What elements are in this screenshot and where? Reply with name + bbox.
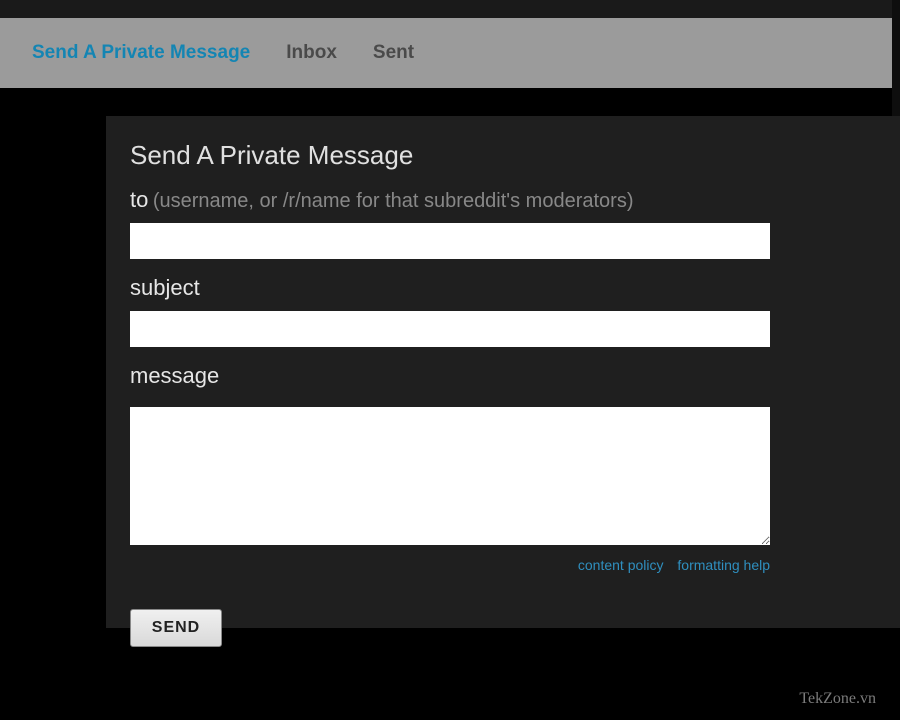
tab-bar: Send A Private Message Inbox Sent	[0, 18, 900, 88]
to-hint: (username, or /r/name for that subreddit…	[153, 190, 634, 212]
form-title: Send A Private Message	[130, 140, 900, 171]
to-label: to	[130, 187, 148, 212]
to-input[interactable]	[130, 223, 770, 259]
subject-input[interactable]	[130, 311, 770, 347]
content-policy-link[interactable]: content policy	[578, 557, 664, 573]
tab-inbox[interactable]: Inbox	[286, 42, 337, 64]
to-field-group: to (username, or /r/name for that subred…	[130, 187, 900, 259]
top-strip	[0, 0, 900, 18]
tab-sent[interactable]: Sent	[373, 42, 414, 64]
compose-form-panel: Send A Private Message to (username, or …	[106, 116, 900, 628]
tab-send-private-message[interactable]: Send A Private Message	[32, 42, 250, 64]
formatting-help-link[interactable]: formatting help	[677, 557, 770, 573]
subject-field-group: subject	[130, 275, 900, 347]
subject-label: subject	[130, 275, 200, 300]
send-button[interactable]: SEND	[130, 609, 222, 647]
message-textarea[interactable]	[130, 407, 770, 545]
message-field-group: message content policy formatting help	[130, 363, 900, 573]
message-label: message	[130, 363, 219, 388]
helper-links-row: content policy formatting help	[130, 557, 770, 573]
watermark: TekZone.vn	[799, 690, 876, 708]
